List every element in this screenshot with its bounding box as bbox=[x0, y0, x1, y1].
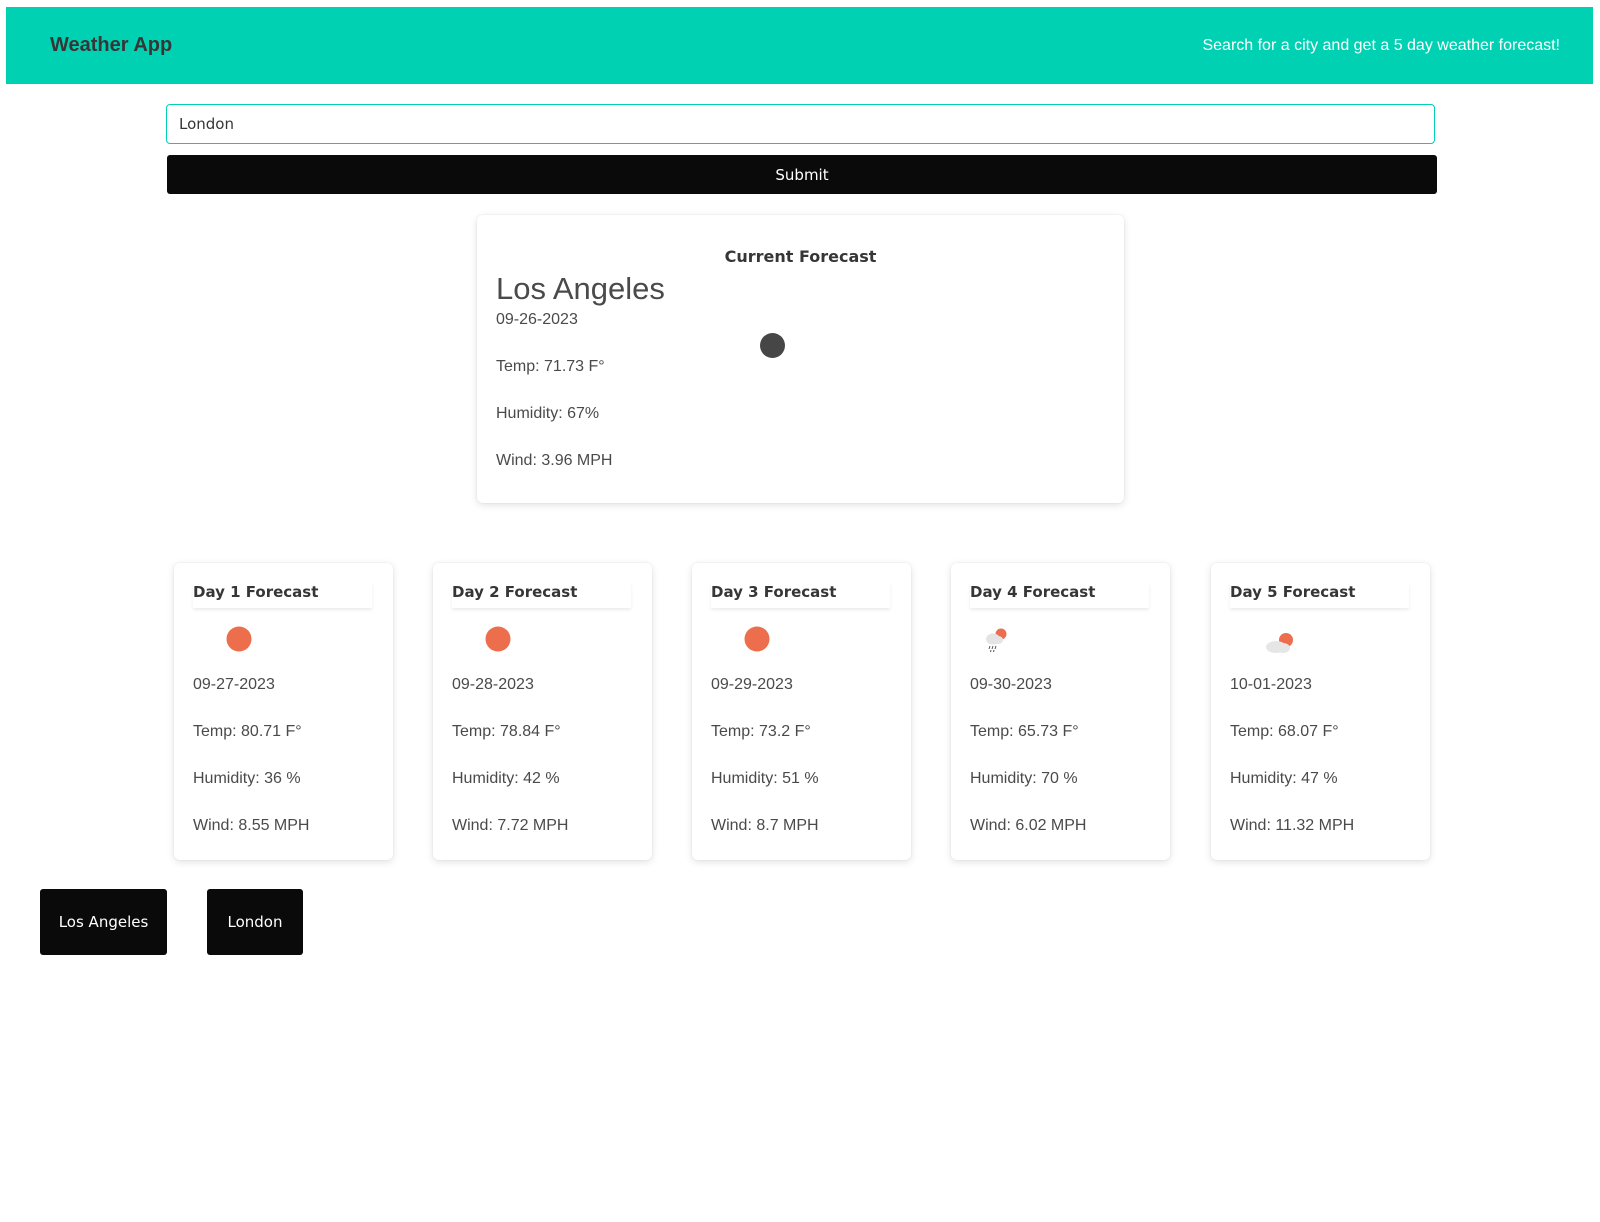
forecast-card: Day 4 Forecast 09-30-2023 Temp: 65.73 F°… bbox=[951, 563, 1170, 860]
forecast-temp: Temp: 68.07 F° bbox=[1230, 723, 1339, 740]
current-temp: Temp: 71.73 F° bbox=[496, 358, 605, 375]
forecast-title: Day 2 Forecast bbox=[452, 583, 631, 608]
forecast-wind: Wind: 11.32 MPH bbox=[1230, 817, 1355, 834]
night-clear-icon bbox=[760, 333, 785, 358]
forecast-date: 09-29-2023 bbox=[711, 676, 793, 693]
forecast-wind: Wind: 6.02 MPH bbox=[970, 817, 1087, 834]
forecast-date: 09-30-2023 bbox=[970, 676, 1052, 693]
forecast-title: Day 3 Forecast bbox=[711, 583, 890, 608]
current-date: 09-26-2023 bbox=[496, 311, 578, 328]
app-title[interactable]: Weather App bbox=[50, 34, 172, 57]
history-button-london[interactable]: London bbox=[207, 889, 303, 955]
forecast-humidity: Humidity: 51 % bbox=[711, 770, 819, 787]
forecast-temp: Temp: 65.73 F° bbox=[970, 723, 1079, 740]
forecast-title: Day 4 Forecast bbox=[970, 583, 1149, 608]
forecast-humidity: Humidity: 47 % bbox=[1230, 770, 1338, 787]
forecast-humidity: Humidity: 36 % bbox=[193, 770, 301, 787]
submit-button[interactable]: Submit bbox=[167, 155, 1437, 194]
current-wind: Wind: 3.96 MPH bbox=[496, 452, 613, 469]
forecast-wind: Wind: 7.72 MPH bbox=[452, 817, 569, 834]
forecast-wind: Wind: 8.7 MPH bbox=[711, 817, 819, 834]
sun-icon bbox=[744, 626, 770, 652]
rain-sun-icon bbox=[981, 626, 1007, 653]
forecast-temp: Temp: 73.2 F° bbox=[711, 723, 811, 740]
current-forecast-card: Current Forecast Los Angeles 09-26-2023 … bbox=[477, 215, 1124, 503]
navbar: Weather App Search for a city and get a … bbox=[6, 7, 1593, 84]
forecast-wind: Wind: 8.55 MPH bbox=[193, 817, 310, 834]
forecast-title: Day 1 Forecast bbox=[193, 583, 372, 608]
city-search-input[interactable] bbox=[166, 104, 1435, 144]
forecast-card: Day 2 Forecast 09-28-2023 Temp: 78.84 F°… bbox=[433, 563, 652, 860]
app-tagline: Search for a city and get a 5 day weathe… bbox=[1202, 36, 1560, 54]
forecast-title: Day 5 Forecast bbox=[1230, 583, 1409, 608]
forecast-humidity: Humidity: 42 % bbox=[452, 770, 560, 787]
forecast-humidity: Humidity: 70 % bbox=[970, 770, 1078, 787]
forecast-date: 09-27-2023 bbox=[193, 676, 275, 693]
history-button-los-angeles[interactable]: Los Angeles bbox=[40, 889, 167, 955]
forecast-card: Day 3 Forecast 09-29-2023 Temp: 73.2 F° … bbox=[692, 563, 911, 860]
forecast-temp: Temp: 78.84 F° bbox=[452, 723, 561, 740]
sun-icon bbox=[226, 626, 252, 652]
forecast-date: 10-01-2023 bbox=[1230, 676, 1312, 693]
forecast-card: Day 5 Forecast 10-01-2023 Temp: 68.07 F°… bbox=[1211, 563, 1430, 860]
current-forecast-heading: Current Forecast bbox=[724, 247, 877, 266]
city-name: Los Angeles bbox=[496, 271, 665, 306]
forecast-card: Day 1 Forecast 09-27-2023 Temp: 80.71 F°… bbox=[174, 563, 393, 860]
forecast-date: 09-28-2023 bbox=[452, 676, 534, 693]
sun-icon bbox=[485, 626, 511, 652]
current-humidity: Humidity: 67% bbox=[496, 405, 600, 422]
partly-cloudy-icon bbox=[1263, 631, 1293, 657]
forecast-temp: Temp: 80.71 F° bbox=[193, 723, 302, 740]
